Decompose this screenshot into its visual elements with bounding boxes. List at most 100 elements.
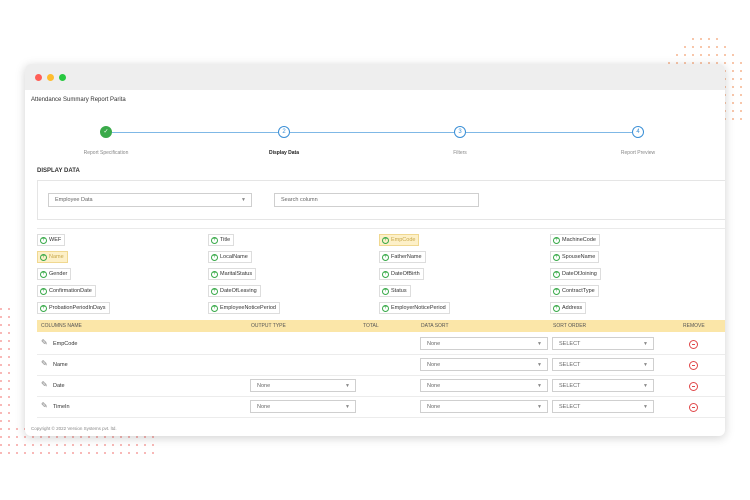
column-chip[interactable]: + Status <box>379 285 411 297</box>
column-chip[interactable]: + DateOfJoining <box>550 268 601 280</box>
column-chip-label: Gender <box>49 271 68 277</box>
data-sort-select[interactable]: None ▼ <box>420 400 548 413</box>
step-number: 4 <box>632 126 644 138</box>
header-columns-name: COLUMNS NAME <box>41 323 82 329</box>
decorative-dot <box>740 102 742 104</box>
pencil-icon[interactable]: ✎ <box>41 339 48 347</box>
column-chip[interactable]: + Gender <box>37 268 72 280</box>
column-chip[interactable]: + ProbationPeriodInDays <box>37 302 110 314</box>
column-chip-label: WEF <box>49 237 62 243</box>
column-chip[interactable]: + EmployerNoticePeriod <box>379 302 450 314</box>
decorative-dot <box>8 388 10 390</box>
column-chip[interactable]: + DateOfBirth <box>379 268 424 280</box>
table-row: ✎ EmpCode None ▼ SELECT ▼ <box>37 334 725 355</box>
decorative-dot <box>0 308 2 310</box>
decorative-dot <box>80 436 82 438</box>
decorative-dot <box>128 452 130 454</box>
column-chip[interactable]: + LocalName <box>208 251 252 263</box>
decorative-dot <box>0 316 2 318</box>
search-column-input[interactable]: Search column <box>274 193 479 207</box>
plus-icon: + <box>40 304 47 312</box>
decorative-dot <box>740 118 742 120</box>
decorative-dot <box>96 444 98 446</box>
decorative-dot <box>8 348 10 350</box>
decorative-dot <box>732 110 734 112</box>
column-chip[interactable]: + SpouseName <box>550 251 600 263</box>
plus-icon: + <box>211 253 218 261</box>
column-chip[interactable]: + EmpCode <box>379 234 420 246</box>
decorative-dot <box>700 46 702 48</box>
decorative-dot <box>144 444 146 446</box>
remove-icon[interactable] <box>689 340 698 349</box>
decorative-dot <box>152 444 154 446</box>
column-chip-label: Name <box>49 254 64 260</box>
column-chip[interactable]: + FatherName <box>379 251 426 263</box>
chevron-down-icon: ▼ <box>643 404 648 410</box>
decorative-dot <box>16 436 18 438</box>
remove-icon[interactable] <box>689 403 698 412</box>
decorative-dot <box>136 436 138 438</box>
data-sort-select[interactable]: None ▼ <box>420 337 548 350</box>
decorative-dot <box>684 54 686 56</box>
step-display-data[interactable]: 2 Display Data <box>234 126 334 156</box>
decorative-dot <box>0 364 2 366</box>
column-name: TimeIn <box>53 404 70 410</box>
decorative-dot <box>56 436 58 438</box>
data-sort-select-value: None <box>427 362 441 368</box>
column-chip[interactable]: + ContractType <box>550 285 599 297</box>
remove-icon[interactable] <box>689 382 698 391</box>
decorative-dot <box>8 404 10 406</box>
table-row: ✎ TimeIn None ▼ None ▼ SELECT ▼ <box>37 397 725 418</box>
step-number: 3 <box>454 126 466 138</box>
decorative-dot <box>708 54 710 56</box>
column-chip[interactable]: + MachineCode <box>550 234 600 246</box>
sort-order-select[interactable]: SELECT ▼ <box>552 400 654 413</box>
column-chip[interactable]: + MaritalStatus <box>208 268 257 280</box>
sort-order-select[interactable]: SELECT ▼ <box>552 379 654 392</box>
column-chip-label: Title <box>220 237 231 243</box>
decorative-dot <box>732 94 734 96</box>
sort-order-select[interactable]: SELECT ▼ <box>552 358 654 371</box>
data-sort-select[interactable]: None ▼ <box>420 379 548 392</box>
decorative-dot <box>32 444 34 446</box>
table-header: COLUMNS NAME OUTPUT TYPE TOTAL DATA SORT… <box>37 320 725 332</box>
column-chip-label: LocalName <box>220 254 248 260</box>
decorative-dot <box>700 54 702 56</box>
column-chip[interactable]: + DateOfLeaving <box>208 285 261 297</box>
category-select[interactable]: Employee Data ▼ <box>48 193 252 207</box>
decorative-dot <box>8 340 10 342</box>
column-chip-label: Address <box>562 305 583 311</box>
plus-icon: + <box>211 304 218 312</box>
decorative-dot <box>136 452 138 454</box>
remove-icon[interactable] <box>689 361 698 370</box>
section-title: DISPLAY DATA <box>37 168 80 174</box>
close-window-button[interactable] <box>35 73 42 81</box>
column-chip-label: DateOfLeaving <box>220 288 257 294</box>
minimize-window-button[interactable] <box>47 73 54 81</box>
column-chip-label: EmployeeNoticePeriod <box>220 305 276 311</box>
column-chip[interactable]: + Title <box>208 234 235 246</box>
step-report-preview[interactable]: 4 Report Preview <box>588 126 688 156</box>
decorative-dot <box>8 420 10 422</box>
column-chip[interactable]: + Address <box>550 302 587 314</box>
pencil-icon[interactable]: ✎ <box>41 381 48 389</box>
sort-order-select[interactable]: SELECT ▼ <box>552 337 654 350</box>
column-chip[interactable]: + Name <box>37 251 68 263</box>
decorative-dot <box>16 428 18 430</box>
step-report-specification[interactable]: ✓ Report Specification <box>56 126 156 156</box>
column-chip[interactable]: + WEF <box>37 234 66 246</box>
decorative-dot <box>708 38 710 40</box>
sort-order-select-value: SELECT <box>559 383 581 389</box>
output-type-select[interactable]: None ▼ <box>250 379 356 392</box>
step-filters[interactable]: 3 Filters <box>410 126 510 156</box>
pencil-icon[interactable]: ✎ <box>41 360 48 368</box>
pencil-icon[interactable]: ✎ <box>41 402 48 410</box>
column-chip[interactable]: + ConfirmationDate <box>37 285 96 297</box>
column-chip[interactable]: + EmployeeNoticePeriod <box>208 302 280 314</box>
output-type-select[interactable]: None ▼ <box>250 400 356 413</box>
maximize-window-button[interactable] <box>59 73 66 81</box>
column-chip-label: EmployerNoticePeriod <box>391 305 446 311</box>
decorative-dot <box>8 444 10 446</box>
plus-icon: + <box>553 270 560 278</box>
data-sort-select[interactable]: None ▼ <box>420 358 548 371</box>
